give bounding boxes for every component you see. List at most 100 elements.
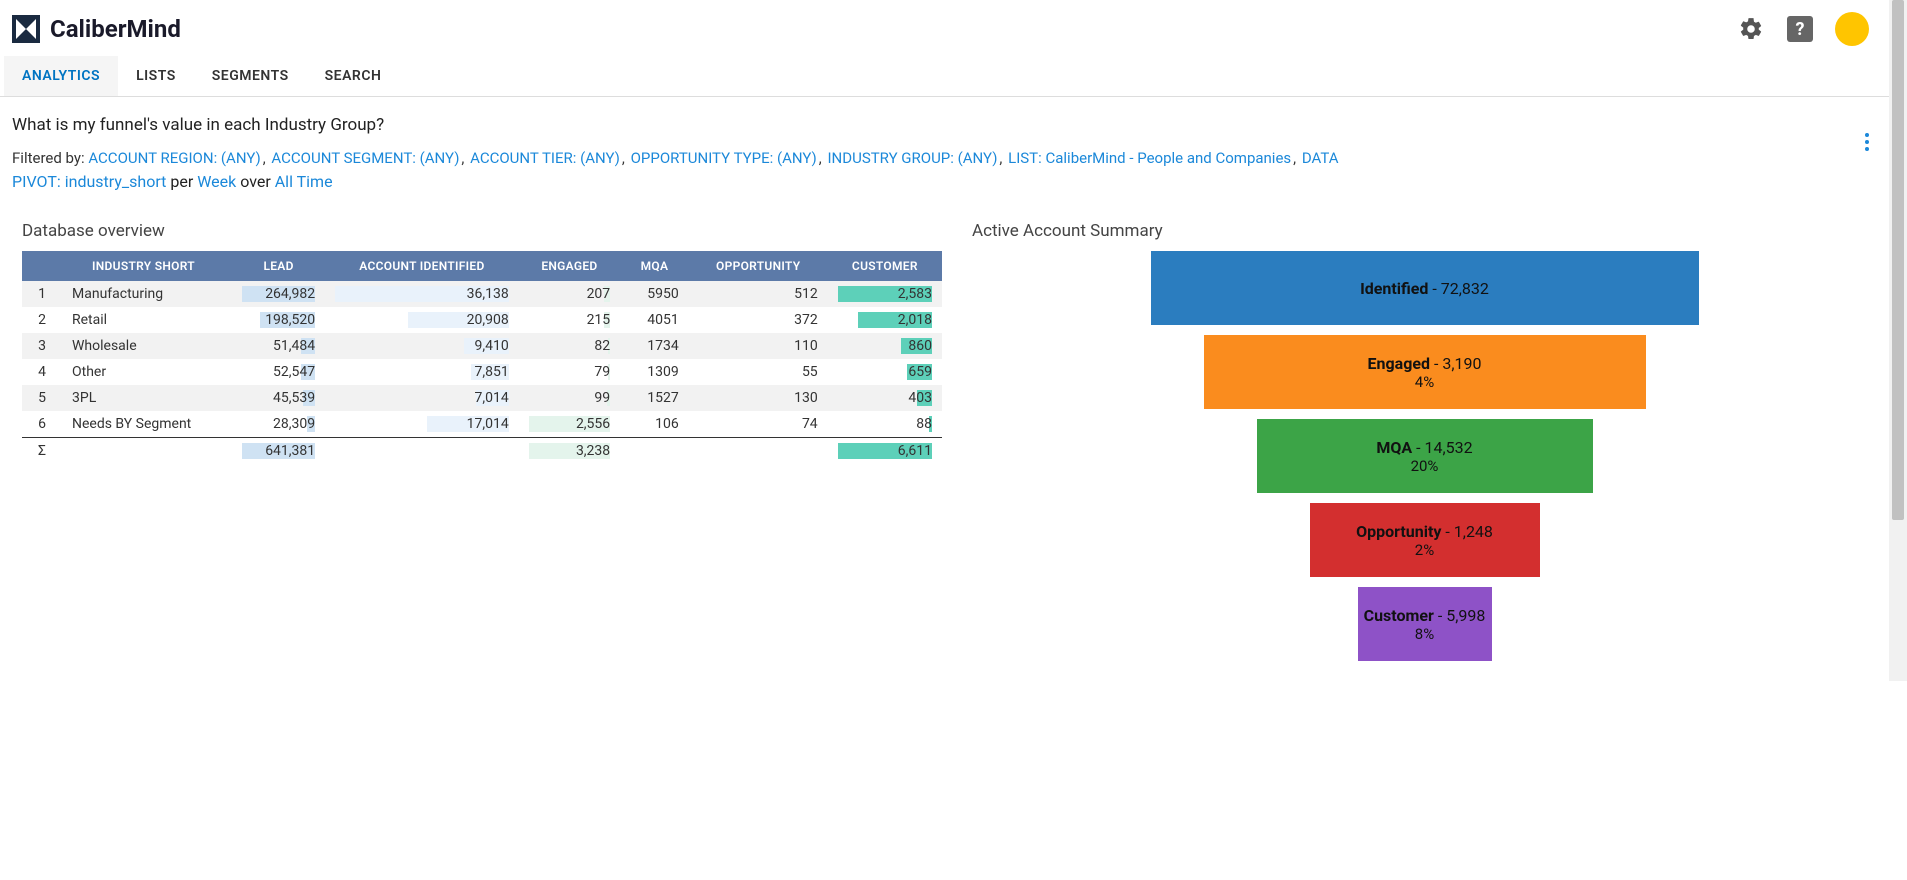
per-value[interactable]: Week <box>197 172 236 191</box>
more-menu-button[interactable] <box>1865 133 1869 151</box>
row-cust: 403 <box>828 385 942 411</box>
funnel-chart: Identified - 72,832 Engaged - 3,190 4% M… <box>972 251 1877 661</box>
funnel-step-customer[interactable]: Customer - 5,998 8% <box>1358 587 1492 661</box>
question-text: What is my funnel's value in each Indust… <box>12 115 1877 135</box>
filter-list[interactable]: LIST: CaliberMind - People and Companies <box>1008 149 1291 167</box>
th-engaged[interactable]: ENGAGED <box>519 251 620 281</box>
row-mqa: 1309 <box>620 359 689 385</box>
row-eng: 207 <box>519 281 620 307</box>
table-title: Database overview <box>22 221 942 241</box>
pivot-row: PIVOT: industry_short per Week over All … <box>12 172 1877 191</box>
row-cust: 2,018 <box>828 307 942 333</box>
brand-logo-icon <box>12 15 40 43</box>
table-row[interactable]: 1Manufacturing264,98236,13820759505122,5… <box>22 281 942 307</box>
scrollbar-thumb[interactable] <box>1892 0 1904 520</box>
tab-segments[interactable]: SEGMENTS <box>194 56 307 96</box>
row-opp: 372 <box>689 307 828 333</box>
table-header-row: INDUSTRY SHORT LEAD ACCOUNT IDENTIFIED E… <box>22 251 942 281</box>
th-mqa[interactable]: MQA <box>620 251 689 281</box>
row-mqa: 5950 <box>620 281 689 307</box>
row-mqa: 106 <box>620 411 689 438</box>
row-opp: 110 <box>689 333 828 359</box>
row-eng: 215 <box>519 307 620 333</box>
row-index: 3 <box>22 333 62 359</box>
pivot-link[interactable]: PIVOT: industry_short <box>12 172 166 191</box>
row-eng: 2,556 <box>519 411 620 438</box>
tab-lists[interactable]: LISTS <box>118 56 194 96</box>
row-cust: 659 <box>828 359 942 385</box>
row-cust: 88 <box>828 411 942 438</box>
settings-button[interactable] <box>1737 15 1765 43</box>
row-acct: 9,410 <box>325 333 519 359</box>
brand[interactable]: CaliberMind <box>12 15 181 43</box>
funnel-step-engaged[interactable]: Engaged - 3,190 4% <box>1204 335 1646 409</box>
scrollbar[interactable] <box>1889 0 1907 681</box>
table-row[interactable]: 4Other52,5477,85179130955659 <box>22 359 942 385</box>
row-name: Retail <box>62 307 232 333</box>
overview-table: INDUSTRY SHORT LEAD ACCOUNT IDENTIFIED E… <box>22 251 942 464</box>
total-lead: 641,381 <box>232 438 325 465</box>
filter-opportunity-type[interactable]: OPPORTUNITY TYPE: (ANY) <box>631 149 817 167</box>
over-value[interactable]: All Time <box>275 172 333 191</box>
filters-row: Filtered by: ACCOUNT REGION: (ANY), ACCO… <box>12 145 1877 172</box>
row-name: 3PL <box>62 385 232 411</box>
query-area: What is my funnel's value in each Indust… <box>0 97 1889 195</box>
row-name: Needs BY Segment <box>62 411 232 438</box>
filter-account-segment[interactable]: ACCOUNT SEGMENT: (ANY) <box>271 149 459 167</box>
help-icon: ? <box>1796 19 1805 40</box>
row-lead: 28,309 <box>232 411 325 438</box>
brand-name: CaliberMind <box>50 15 181 43</box>
gear-icon <box>1738 16 1764 42</box>
table-total-row: Σ641,3813,2386,611 <box>22 438 942 465</box>
row-index: 6 <box>22 411 62 438</box>
filter-account-tier[interactable]: ACCOUNT TIER: (ANY) <box>470 149 620 167</box>
filter-data[interactable]: DATA <box>1302 149 1339 167</box>
row-eng: 99 <box>519 385 620 411</box>
tab-search[interactable]: SEARCH <box>307 56 400 96</box>
user-avatar[interactable] <box>1835 12 1869 46</box>
total-symbol: Σ <box>22 438 62 465</box>
row-acct: 36,138 <box>325 281 519 307</box>
row-eng: 79 <box>519 359 620 385</box>
table-row[interactable]: 2Retail198,52020,90821540513722,018 <box>22 307 942 333</box>
row-cust: 2,583 <box>828 281 942 307</box>
help-button[interactable]: ? <box>1787 16 1813 42</box>
filter-industry-group[interactable]: INDUSTRY GROUP: (ANY) <box>827 149 997 167</box>
th-cust[interactable]: CUSTOMER <box>828 251 942 281</box>
row-name: Wholesale <box>62 333 232 359</box>
row-lead: 52,547 <box>232 359 325 385</box>
per-label: per <box>170 172 193 191</box>
th-opp[interactable]: OPPORTUNITY <box>689 251 828 281</box>
row-opp: 74 <box>689 411 828 438</box>
tab-analytics[interactable]: ANALYTICS <box>4 56 118 96</box>
funnel-panel: Active Account Summary Identified - 72,8… <box>972 221 1877 661</box>
row-acct: 17,014 <box>325 411 519 438</box>
table-row[interactable]: 53PL45,5397,014991527130403 <box>22 385 942 411</box>
row-name: Manufacturing <box>62 281 232 307</box>
row-index: 2 <box>22 307 62 333</box>
table-row[interactable]: 6Needs BY Segment28,30917,0142,556106748… <box>22 411 942 438</box>
row-mqa: 4051 <box>620 307 689 333</box>
row-acct: 7,014 <box>325 385 519 411</box>
database-overview-panel: Database overview INDUSTRY SHORT LEAD AC… <box>22 221 942 464</box>
row-mqa: 1527 <box>620 385 689 411</box>
row-lead: 264,982 <box>232 281 325 307</box>
row-opp: 55 <box>689 359 828 385</box>
filtered-by-label: Filtered by: <box>12 149 85 167</box>
row-opp: 130 <box>689 385 828 411</box>
total-cust: 6,611 <box>828 438 942 465</box>
funnel-step-identified[interactable]: Identified - 72,832 <box>1151 251 1699 325</box>
row-eng: 82 <box>519 333 620 359</box>
main-tabs: ANALYTICS LISTS SEGMENTS SEARCH <box>0 56 1889 97</box>
funnel-step-opportunity[interactable]: Opportunity - 1,248 2% <box>1310 503 1540 577</box>
th-industry[interactable]: INDUSTRY SHORT <box>62 251 232 281</box>
th-lead[interactable]: LEAD <box>232 251 325 281</box>
funnel-step-mqa[interactable]: MQA - 14,532 20% <box>1257 419 1593 493</box>
row-lead: 198,520 <box>232 307 325 333</box>
th-acct[interactable]: ACCOUNT IDENTIFIED <box>325 251 519 281</box>
table-row[interactable]: 3Wholesale51,4849,410821734110860 <box>22 333 942 359</box>
filter-account-region[interactable]: ACCOUNT REGION: (ANY) <box>88 149 260 167</box>
row-acct: 7,851 <box>325 359 519 385</box>
row-lead: 45,539 <box>232 385 325 411</box>
app-header: CaliberMind ? <box>0 0 1889 56</box>
